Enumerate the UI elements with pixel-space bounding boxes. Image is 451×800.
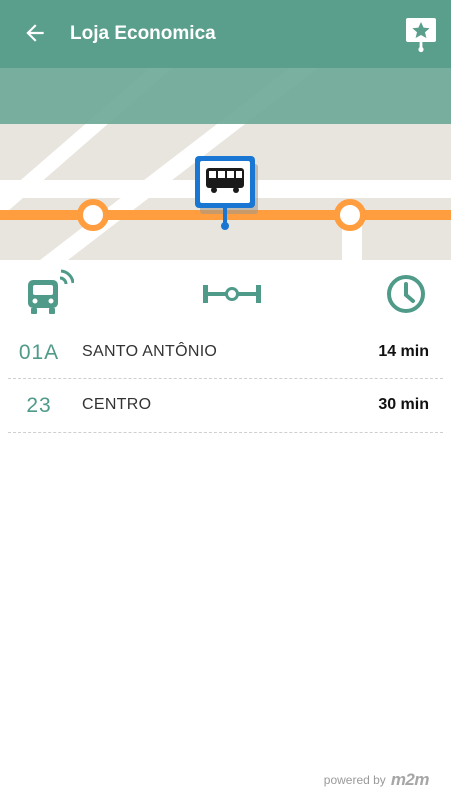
star-pin-icon <box>406 18 436 53</box>
arrival-time: 14 min <box>378 343 429 360</box>
line-number: 01A <box>18 341 60 364</box>
page-title: Loja Economica <box>70 23 216 44</box>
powered-by-text: powered by <box>323 773 386 787</box>
arrival-time: 30 min <box>378 396 429 413</box>
row-divider <box>8 432 443 433</box>
route-map[interactable] <box>0 68 451 260</box>
powered-by-footer: powered by m2m <box>323 770 430 790</box>
row-divider <box>8 378 443 379</box>
back-button[interactable] <box>20 18 50 48</box>
route-line-icon <box>203 285 261 303</box>
route-stop-marker[interactable] <box>334 199 366 231</box>
map-canvas <box>0 68 451 260</box>
column-icons <box>0 262 451 326</box>
arrival-row[interactable]: 01A SANTO ANTÔNIO 14 min <box>0 327 451 379</box>
bus-signal-icon <box>28 269 74 314</box>
clock-icon <box>387 275 425 313</box>
arrival-row[interactable]: 23 CENTRO 30 min <box>0 380 451 433</box>
app-bar: Loja Economica <box>0 0 451 68</box>
destination-name: CENTRO <box>82 396 152 413</box>
destination-name: SANTO ANTÔNIO <box>82 343 218 360</box>
arrow-left-icon <box>26 24 44 42</box>
favorite-button[interactable] <box>402 14 440 54</box>
brand-logo: m2m <box>390 770 430 789</box>
route-stop-marker[interactable] <box>77 199 109 231</box>
line-number: 23 <box>26 394 52 417</box>
